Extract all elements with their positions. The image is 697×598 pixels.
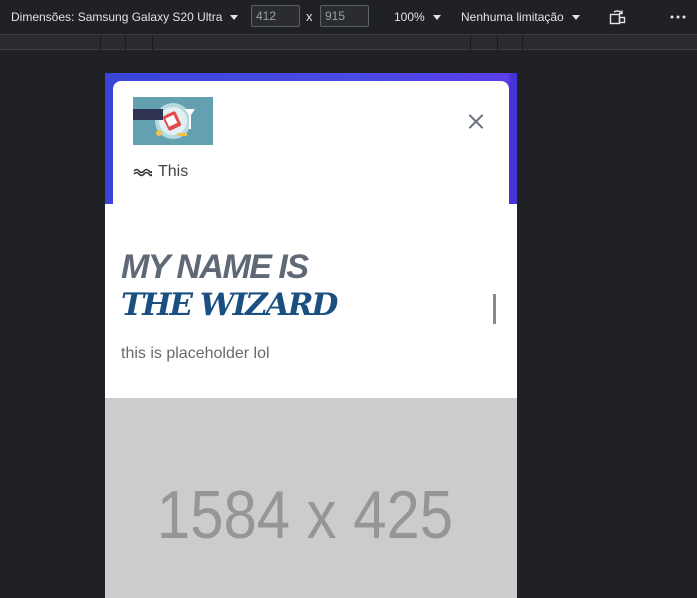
ruler-tick bbox=[497, 35, 498, 50]
device-dimensions-dropdown[interactable]: Dimensões: Samsung Galaxy S20 Ultra bbox=[11, 0, 239, 34]
chevron-down-icon bbox=[432, 14, 441, 20]
ruler-tick bbox=[125, 35, 126, 50]
ruler-tick bbox=[152, 35, 153, 50]
more-options-button[interactable] bbox=[670, 0, 686, 34]
zoom-dropdown[interactable]: 100% bbox=[394, 0, 441, 34]
logo-illustration bbox=[133, 97, 213, 145]
dimension-separator: x bbox=[306, 9, 313, 24]
chevron-down-icon bbox=[571, 14, 580, 20]
heading-line-1: MY NAME IS bbox=[121, 248, 309, 286]
nav-item-this[interactable]: This bbox=[133, 163, 188, 181]
close-icon[interactable] bbox=[465, 111, 487, 133]
media-query-ruler[interactable] bbox=[0, 34, 697, 50]
device-viewport: This MY NAME IS THE WIZARD this is place… bbox=[105, 73, 517, 598]
banner-placeholder-image: 1584 x 425 bbox=[105, 398, 517, 598]
ruler-tick bbox=[100, 35, 101, 50]
header-band-edge bbox=[509, 73, 517, 204]
device-dimensions-label: Dimensões: Samsung Galaxy S20 Ultra bbox=[11, 10, 223, 24]
more-options-icon bbox=[670, 15, 686, 19]
ruler-tick bbox=[470, 35, 471, 50]
zoom-label: 100% bbox=[394, 10, 425, 24]
wave-icon bbox=[133, 168, 152, 177]
site-logo[interactable] bbox=[133, 97, 213, 145]
throttling-label: Nenhuma limitação bbox=[461, 10, 564, 24]
throttling-dropdown[interactable]: Nenhuma limitação bbox=[461, 0, 580, 34]
rotate-button[interactable] bbox=[609, 0, 627, 34]
mobile-menu-panel: This bbox=[113, 81, 509, 221]
text-cursor bbox=[493, 294, 496, 324]
ruler-tick bbox=[522, 35, 523, 50]
banner-placeholder-label: 1584 x 425 bbox=[156, 477, 454, 553]
nav-item-label: This bbox=[158, 163, 189, 180]
hero-subtext: this is placeholder lol bbox=[121, 345, 270, 362]
device-toolbar: Dimensões: Samsung Galaxy S20 Ultra x 10… bbox=[0, 0, 697, 34]
height-input[interactable] bbox=[320, 5, 369, 27]
chevron-down-icon bbox=[230, 14, 239, 20]
rotate-icon bbox=[609, 10, 626, 25]
width-input[interactable] bbox=[251, 5, 300, 27]
heading-line-2: THE WIZARD bbox=[121, 287, 338, 323]
hero-heading: MY NAME IS THE WIZARD bbox=[121, 248, 338, 324]
